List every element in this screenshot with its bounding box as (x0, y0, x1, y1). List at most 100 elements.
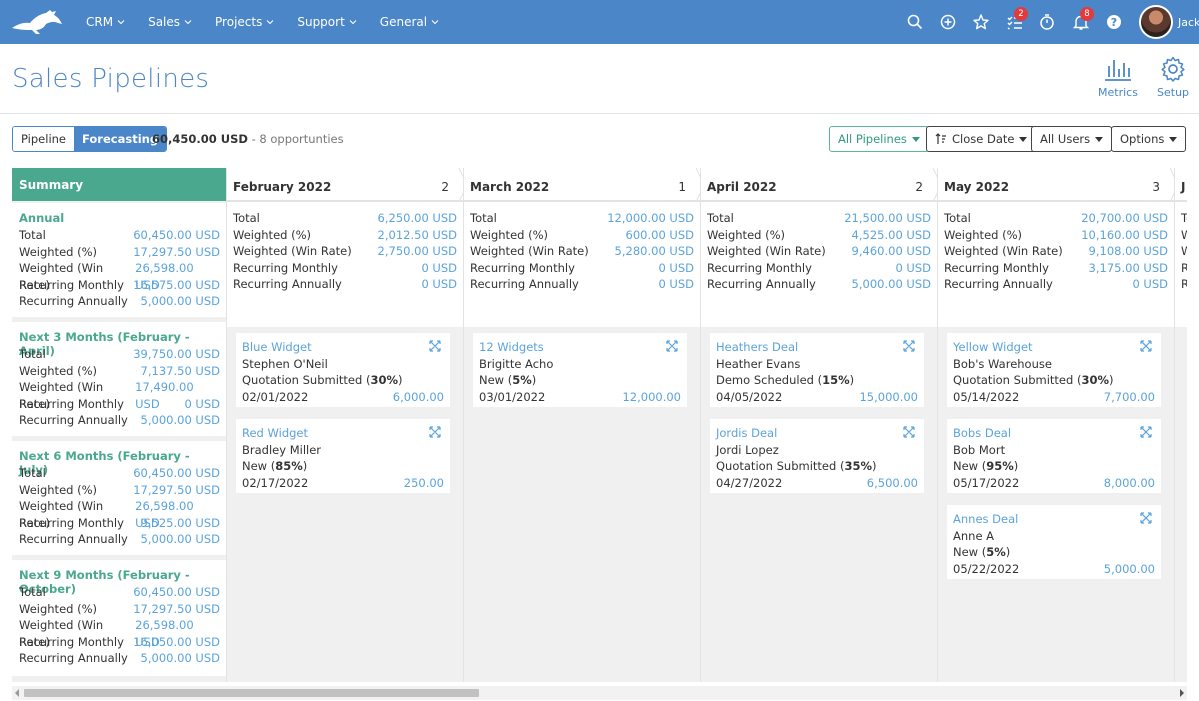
nav-sales-label: Sales (148, 15, 181, 29)
stat-value: 9,460.00 USD (851, 244, 931, 259)
opportunity-name-link[interactable]: 12 Widgets (479, 339, 681, 356)
timer-icon[interactable] (1038, 13, 1056, 31)
expand-icon[interactable] (903, 340, 915, 352)
opportunity-contact: Brigitte Acho (479, 356, 554, 371)
row-value: 0 USD (184, 396, 220, 411)
opportunity-name-link[interactable]: Blue Widget (242, 339, 444, 356)
summary-group-title: Annual (19, 211, 65, 225)
row-label: Recurring Monthly (19, 396, 124, 411)
nav-sales[interactable]: Sales (148, 15, 192, 29)
month-column-header: March 2022 1 (464, 168, 705, 202)
month-cards-area: Heathers Deal Heather Evans Demo Scheduled… (701, 327, 937, 682)
opportunity-close-date: 03/01/2022 (479, 389, 546, 404)
user-avatar[interactable] (1139, 5, 1173, 39)
expand-icon[interactable] (1140, 340, 1152, 352)
svg-text:?: ? (1111, 16, 1117, 29)
nav-support[interactable]: Support (297, 15, 357, 29)
caret-down-icon (1095, 136, 1104, 142)
summary-row: Recurring Annually 5,000.00 USD (19, 650, 220, 667)
stage-percent: 30% (1081, 373, 1109, 388)
notifications-button[interactable]: 8 (1072, 7, 1094, 31)
opportunity-card[interactable]: Yellow Widget Bob's Warehouse Quotation Su… (947, 333, 1161, 407)
expand-icon[interactable] (666, 340, 678, 352)
row-label: Weighted (%) (19, 601, 97, 616)
opportunity-name-link[interactable]: Red Widget (242, 425, 444, 442)
row-value: 60,450.00 USD (133, 466, 220, 480)
star-icon[interactable] (972, 13, 990, 31)
user-name[interactable]: Jack (1178, 16, 1199, 29)
stage-paren: ) (531, 373, 537, 388)
opportunity-card[interactable]: Annes Deal Anne A New (5%) 05/22/2022 5,000.… (947, 505, 1161, 579)
opportunity-card[interactable]: Bobs Deal Bob Mort New (95%) 05/17/2022 8,00… (947, 419, 1161, 493)
opportunity-card[interactable]: Red Widget Bradley Miller New (85%) 02/17/2… (236, 419, 450, 493)
stat-value: 6,250.00 USD (377, 211, 457, 225)
expand-icon[interactable] (903, 426, 915, 438)
stat-row: Recurring Monthly 0 USD (707, 260, 931, 277)
all-pipelines-dropdown[interactable]: All Pipelines (829, 126, 929, 152)
all-users-dropdown[interactable]: All Users (1031, 126, 1113, 152)
month-stats: Total 21,500.00 USD Weighted (%) 4,525.00 U… (701, 202, 937, 327)
close-date-sort-dropdown[interactable]: Close Date (926, 126, 1037, 152)
opportunity-name-link[interactable]: Annes Deal (953, 511, 1155, 528)
opportunity-stage: New (95%) (953, 458, 1155, 475)
stat-row: To (1181, 210, 1187, 227)
scroll-right-arrow-icon[interactable] (1180, 689, 1184, 697)
opportunity-name-link[interactable]: Yellow Widget (953, 339, 1155, 356)
row-label: Recurring Monthly (19, 277, 124, 292)
horizontal-scrollbar[interactable] (12, 686, 1187, 700)
month-column: February 2022 2 Total 6,250.00 USD Weighted … (226, 168, 468, 682)
pipeline-tab[interactable]: Pipeline (13, 127, 75, 151)
stage-name: New (479, 373, 505, 388)
stage-paren: ) (871, 459, 877, 474)
stat-row: Recurring Monthly 0 USD (233, 260, 457, 277)
stat-row: Recurring Monthly 3,175.00 USD (944, 260, 1168, 277)
opportunity-count: - 8 opportunties (251, 132, 344, 146)
opportunity-card[interactable]: Jordis Deal Jordi Lopez Quotation Submitte… (710, 419, 924, 493)
kangaroo-logo-icon[interactable] (10, 8, 64, 36)
nav-general[interactable]: General (380, 15, 439, 29)
stat-value: 0 USD (658, 260, 694, 275)
stat-row: Recurring Annually 0 USD (944, 276, 1168, 293)
expand-icon[interactable] (1140, 512, 1152, 524)
row-value: 17,297.50 USD (133, 244, 220, 259)
month-stats: Total 6,250.00 USD Weighted (%) 2,012.50 US… (227, 202, 463, 327)
opportunity-card[interactable]: Heathers Deal Heather Evans Demo Scheduled… (710, 333, 924, 407)
scroll-left-arrow-icon[interactable] (15, 689, 19, 697)
month-stats: Total 12,000.00 USD Weighted (%) 600.00 USD… (464, 202, 700, 327)
opportunity-name-link[interactable]: Bobs Deal (953, 425, 1155, 442)
plus-circle-icon[interactable] (939, 13, 957, 31)
expand-icon[interactable] (1140, 426, 1152, 438)
opportunity-contact: Stephen O'Neil (242, 356, 328, 371)
nav-projects[interactable]: Projects (215, 15, 274, 29)
stat-label: Weighted (Win Rate) (233, 244, 352, 259)
opportunity-card[interactable]: 12 Widgets Brigitte Acho New (5%) 03/01/202… (473, 333, 687, 407)
metrics-button[interactable]: Metrics (1098, 56, 1138, 99)
setup-button[interactable]: Setup (1157, 56, 1189, 99)
scrollbar-thumb[interactable] (24, 689, 479, 697)
stat-value: 5,000.00 USD (851, 277, 931, 292)
opportunity-close-date: 02/17/2022 (242, 475, 309, 490)
options-dropdown[interactable]: Options (1111, 126, 1187, 152)
stat-row: Recurring Annually 0 USD (233, 276, 457, 293)
row-value: 5,000.00 USD (140, 532, 220, 547)
month-column: March 2022 1 Total 12,000.00 USD Weighted (%… (463, 168, 705, 682)
expand-icon[interactable] (429, 340, 441, 352)
stat-label: Weighted (Win Rate) (470, 244, 589, 259)
row-label: Recurring Annually (19, 532, 128, 547)
stat-label: W (1181, 244, 1187, 259)
nav-crm[interactable]: CRM (86, 15, 125, 29)
options-label: Options (1120, 132, 1165, 146)
chevron-down-icon (349, 20, 357, 25)
stat-label: Weighted (%) (707, 227, 785, 242)
opportunity-name-link[interactable]: Jordis Deal (716, 425, 918, 442)
opportunity-card[interactable]: Blue Widget Stephen O'Neil Quotation Submi… (236, 333, 450, 407)
tasks-button[interactable]: 2 (1006, 7, 1028, 31)
stat-row: Weighted (Win Rate) 5,280.00 USD (470, 243, 694, 260)
nav-crm-label: CRM (86, 15, 114, 29)
expand-icon[interactable] (429, 426, 441, 438)
stage-paren: ) (849, 373, 855, 388)
stat-label: Total (944, 211, 971, 225)
opportunity-name-link[interactable]: Heathers Deal (716, 339, 918, 356)
search-icon[interactable] (906, 13, 924, 31)
help-icon[interactable]: ? (1105, 13, 1123, 31)
